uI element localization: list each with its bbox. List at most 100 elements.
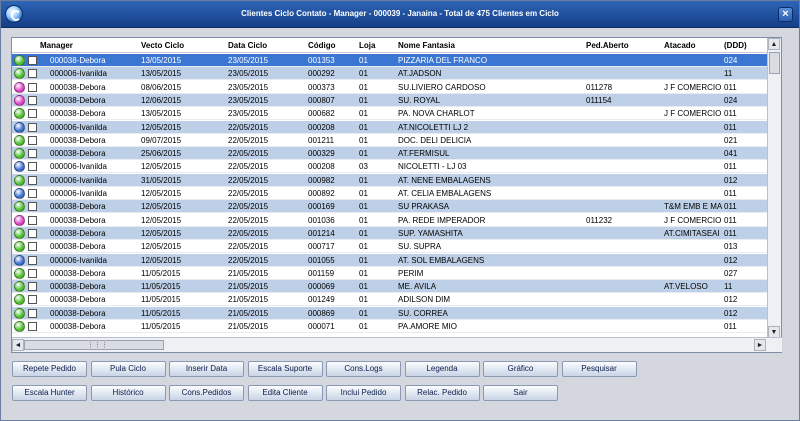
cell-atacado: J F COMERCIO xyxy=(664,109,722,119)
header-ped-aberto[interactable]: Ped.Aberto xyxy=(586,41,629,50)
status-green-dot-icon xyxy=(14,201,25,213)
status-green-dot-icon xyxy=(14,227,25,239)
table-row[interactable]: 000038-Debora 11/05/2015 21/05/2015 000069 0… xyxy=(12,280,768,294)
row-checkbox[interactable] xyxy=(28,322,37,331)
row-checkbox[interactable] xyxy=(28,242,37,252)
table-row[interactable]: 000038-Debora 08/06/2015 23/05/2015 000373 0… xyxy=(12,80,768,94)
table-row[interactable]: 000038-Debora 13/05/2015 23/05/2015 000682 0… xyxy=(12,107,768,121)
row-checkbox[interactable] xyxy=(28,56,37,65)
repete-pedido-button[interactable]: Repete Pedido xyxy=(12,361,87,377)
header-loja[interactable]: Loja xyxy=(359,41,375,50)
cell-data-ciclo: 21/05/2015 xyxy=(228,322,269,331)
table-row[interactable]: 000038-Debora 11/05/2015 21/05/2015 000869 0… xyxy=(12,306,768,320)
header-data-ciclo[interactable]: Data Ciclo xyxy=(228,41,267,50)
header-nome-fantasia[interactable]: Nome Fantasia xyxy=(398,41,455,50)
row-checkbox[interactable] xyxy=(28,189,37,198)
close-button[interactable]: × xyxy=(778,7,793,22)
table-row[interactable]: 000006-Ivanilda 12/05/2015 22/05/2015 00089… xyxy=(12,187,768,200)
table-row[interactable]: 000038-Debora 11/05/2015 21/05/2015 001159 0… xyxy=(12,266,768,280)
escala-hunter-button[interactable]: Escala Hunter xyxy=(12,385,87,401)
cell-ddd: 11 xyxy=(724,282,733,292)
inserir-data-button[interactable]: Inserir Data xyxy=(169,361,244,377)
row-checkbox[interactable] xyxy=(28,308,37,318)
legenda-button[interactable]: Legenda xyxy=(404,361,480,377)
table-row[interactable]: 000038-Debora 12/06/2015 23/05/2015 000807 0… xyxy=(12,93,768,107)
row-checkbox[interactable] xyxy=(28,255,37,265)
row-checkbox[interactable] xyxy=(28,95,37,105)
sair-button[interactable]: Sair xyxy=(483,385,558,401)
cell-nome-fantasia: SU.LIVIERO CARDOSO xyxy=(398,82,486,92)
status-green-dot-icon xyxy=(14,294,25,306)
row-checkbox[interactable] xyxy=(28,175,37,185)
cell-ddd: 012 xyxy=(724,308,738,318)
row-checkbox[interactable] xyxy=(28,228,37,238)
table-row[interactable]: 000006-Ivanilda 12/05/2015 22/05/2015 00020… xyxy=(12,120,768,134)
cell-vecto-ciclo: 11/05/2015 xyxy=(141,322,181,331)
cell-loja: 01 xyxy=(359,308,368,318)
table-row[interactable]: 000038-Debora 12/05/2015 22/05/2015 000169 0… xyxy=(12,200,768,214)
table-row[interactable]: 000006-Ivanilda 31/05/2015 22/05/2015 00098… xyxy=(12,173,768,187)
cell-manager: 000006-Ivanilda xyxy=(50,189,107,198)
cell-loja: 01 xyxy=(359,56,368,65)
pula-ciclo-button[interactable]: Pula Ciclo xyxy=(90,361,166,377)
table-row[interactable]: 000038-Debora 12/05/2015 22/05/2015 000717 0… xyxy=(12,240,768,254)
scroll-left-arrow-icon[interactable]: ◄ xyxy=(12,339,24,351)
escala-suporte-button[interactable]: Escala Suporte xyxy=(247,361,323,377)
cell-loja: 01 xyxy=(359,95,368,105)
row-checkbox[interactable] xyxy=(28,149,37,159)
vertical-scroll-thumb[interactable] xyxy=(769,52,780,74)
cell-ddd: 011 xyxy=(724,215,737,225)
header-atacado[interactable]: Atacado xyxy=(664,41,696,50)
row-checkbox[interactable] xyxy=(28,69,37,79)
histórico-button[interactable]: Histórico xyxy=(90,385,166,401)
row-checkbox[interactable] xyxy=(28,162,37,172)
horizontal-scrollbar[interactable]: ◄ ⋮⋮⋮ ► xyxy=(12,337,782,352)
cell-codigo: 000807 xyxy=(308,95,335,105)
row-checkbox[interactable] xyxy=(28,122,37,132)
cell-atacado: T&M EMB E MA xyxy=(664,202,723,212)
table-row[interactable]: 000038-Debora 25/06/2015 22/05/2015 000329 0… xyxy=(12,147,768,161)
table-row[interactable]: 000006-Ivanilda 13/05/2015 23/05/2015 00029… xyxy=(12,67,768,81)
table-row[interactable]: 000006-Ivanilda 12/05/2015 22/05/2015 00105… xyxy=(12,253,768,267)
row-checkbox[interactable] xyxy=(28,135,37,145)
table-row[interactable]: 000038-Debora 12/05/2015 22/05/2015 001036 0… xyxy=(12,213,768,227)
row-checkbox[interactable] xyxy=(28,82,37,92)
table-row[interactable]: 000038-Debora 13/05/2015 23/05/2015 001353 0… xyxy=(12,54,768,67)
pesquisar-button[interactable]: Pesquisar xyxy=(561,361,637,377)
table-row[interactable]: 000038-Debora 11/05/2015 21/05/2015 001249 0… xyxy=(12,293,768,307)
status-blue-dot-icon xyxy=(14,254,25,266)
table-row[interactable]: 000038-Debora 11/05/2015 21/05/2015 000071 0… xyxy=(12,320,768,333)
scroll-up-arrow-icon[interactable]: ▲ xyxy=(768,38,780,50)
horizontal-scroll-thumb[interactable]: ⋮⋮⋮ xyxy=(24,340,164,350)
header-vecto-ciclo[interactable]: Vecto Ciclo xyxy=(141,41,184,50)
header-ddd[interactable]: (DDD) xyxy=(724,41,747,50)
cell-nome-fantasia: AT. NENE EMBALAGENS xyxy=(398,175,491,185)
relac-pedido-button[interactable]: Relac. Pedido xyxy=(404,385,480,401)
cell-vecto-ciclo: 25/06/2015 xyxy=(141,149,182,159)
table-row[interactable]: 000006-Ivanilda 12/05/2015 22/05/2015 00020… xyxy=(12,160,768,174)
scroll-right-arrow-icon[interactable]: ► xyxy=(754,339,766,351)
cell-vecto-ciclo: 12/05/2015 xyxy=(141,215,182,225)
cell-data-ciclo: 22/05/2015 xyxy=(228,228,269,238)
vertical-scrollbar[interactable]: ▲ ▼ xyxy=(767,38,781,338)
table-row[interactable]: 000038-Debora 09/07/2015 22/05/2015 001211 0… xyxy=(12,133,768,147)
cell-manager: 000038-Debora xyxy=(50,228,106,238)
row-checkbox[interactable] xyxy=(28,295,37,305)
row-checkbox[interactable] xyxy=(28,109,37,119)
edita-cliente-button[interactable]: Edita Cliente xyxy=(247,385,323,401)
gráfico-button[interactable]: Gráfico xyxy=(483,361,558,377)
header-codigo[interactable]: Código xyxy=(308,41,336,50)
cons-logs-button[interactable]: Cons.Logs xyxy=(326,361,401,377)
header-manager[interactable]: Manager xyxy=(40,41,73,50)
cons-pedidos-button[interactable]: Cons.Pedidos xyxy=(169,385,244,401)
cell-loja: 01 xyxy=(359,268,368,278)
cell-data-ciclo: 22/05/2015 xyxy=(228,162,269,172)
row-checkbox[interactable] xyxy=(28,268,37,278)
table-row[interactable]: 000038-Debora 12/05/2015 22/05/2015 001214 0… xyxy=(12,226,768,240)
inclui-pedido-button[interactable]: Inclui Pedido xyxy=(326,385,401,401)
row-checkbox[interactable] xyxy=(28,215,37,225)
status-green-dot-icon xyxy=(14,321,25,332)
row-checkbox[interactable] xyxy=(28,282,37,292)
cell-loja: 01 xyxy=(359,255,368,265)
row-checkbox[interactable] xyxy=(28,202,37,212)
